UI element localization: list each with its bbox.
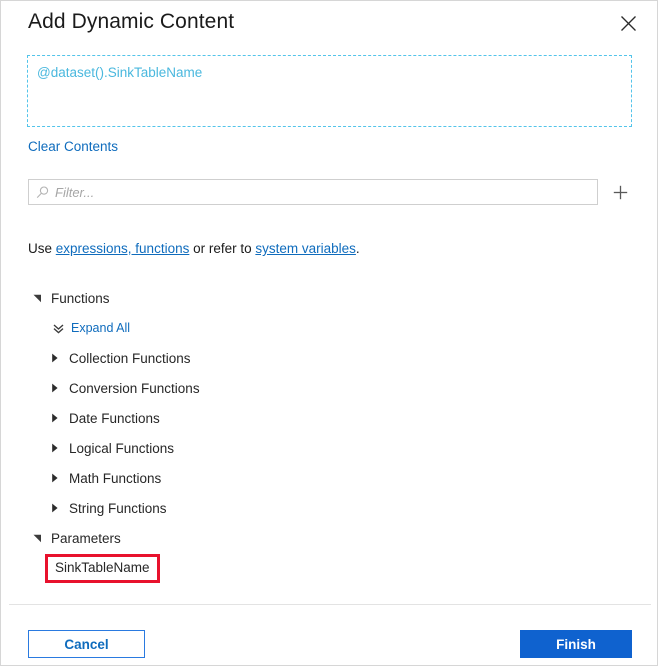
parameter-label: SinkTableName bbox=[55, 559, 150, 575]
clear-contents-link[interactable]: Clear Contents bbox=[28, 139, 118, 154]
chevron-down-icon-glyph bbox=[33, 294, 41, 302]
dialog-header: Add Dynamic Content bbox=[1, 1, 657, 47]
chevron-right-icon[interactable] bbox=[51, 443, 69, 453]
tree-item-label: String Functions bbox=[69, 500, 167, 516]
tree-item-label: Collection Functions bbox=[69, 350, 191, 366]
chevron-right-icon[interactable] bbox=[51, 383, 69, 393]
chevron-down-icon[interactable] bbox=[33, 294, 51, 303]
footer-divider bbox=[9, 604, 651, 605]
filter-input[interactable] bbox=[55, 180, 597, 204]
help-middle: or refer to bbox=[189, 241, 256, 256]
plus-icon-glyph bbox=[613, 185, 627, 199]
tree-item-logical-functions[interactable]: Logical Functions bbox=[1, 433, 657, 463]
chevron-right-icon-glyph bbox=[52, 443, 58, 453]
dialog-title: Add Dynamic Content bbox=[28, 10, 235, 33]
tree-item-date-functions[interactable]: Date Functions bbox=[1, 403, 657, 433]
content-tree: Functions Expand All Collection Function… bbox=[1, 283, 657, 583]
expressions-functions-link[interactable]: expressions, functions bbox=[56, 241, 190, 256]
filter-input-wrapper[interactable] bbox=[28, 179, 598, 205]
chevron-down-icon-glyph bbox=[33, 534, 41, 542]
chevron-right-icon[interactable] bbox=[51, 503, 69, 513]
highlight-box: SinkTableName bbox=[45, 553, 160, 583]
tree-group-parameters[interactable]: Parameters bbox=[1, 523, 657, 553]
chevron-right-icon[interactable] bbox=[51, 413, 69, 423]
plus-icon[interactable] bbox=[607, 179, 633, 205]
tree-group-functions-label: Functions bbox=[51, 290, 110, 306]
tree-item-label: Date Functions bbox=[69, 410, 160, 426]
help-prefix: Use bbox=[28, 241, 56, 256]
expand-all-row[interactable]: Expand All bbox=[1, 313, 657, 343]
chevron-right-icon-glyph bbox=[52, 473, 58, 483]
add-dynamic-content-dialog: Add Dynamic Content @dataset().SinkTable… bbox=[0, 0, 658, 666]
double-chevron-down-icon-glyph bbox=[53, 323, 64, 334]
chevron-right-icon-glyph bbox=[52, 383, 58, 393]
tree-item-label: Logical Functions bbox=[69, 440, 175, 456]
chevron-right-icon[interactable] bbox=[51, 473, 69, 483]
finish-button[interactable]: Finish bbox=[520, 630, 632, 658]
close-icon[interactable] bbox=[611, 7, 645, 39]
tree-group-functions[interactable]: Functions bbox=[1, 283, 657, 313]
expression-value: @dataset().SinkTableName bbox=[37, 65, 203, 80]
chevron-down-icon[interactable] bbox=[33, 534, 51, 543]
tree-item-sinktablename[interactable]: SinkTableName bbox=[1, 553, 657, 583]
chevron-right-icon-glyph bbox=[52, 353, 58, 363]
expand-all-label[interactable]: Expand All bbox=[71, 321, 130, 335]
help-suffix: . bbox=[355, 241, 360, 256]
expression-editor[interactable]: @dataset().SinkTableName bbox=[27, 55, 632, 127]
system-variables-link[interactable]: system variables bbox=[255, 241, 356, 256]
chevron-right-icon[interactable] bbox=[51, 353, 69, 363]
tree-item-label: Conversion Functions bbox=[69, 380, 200, 396]
tree-item-conversion-functions[interactable]: Conversion Functions bbox=[1, 373, 657, 403]
close-icon-glyph bbox=[620, 15, 636, 31]
search-icon bbox=[29, 185, 55, 199]
tree-item-math-functions[interactable]: Math Functions bbox=[1, 463, 657, 493]
search-icon-glyph bbox=[36, 185, 48, 198]
chevron-right-icon-glyph bbox=[52, 413, 58, 423]
double-chevron-down-icon bbox=[53, 323, 71, 334]
help-text: Use expressions, functions or refer to s… bbox=[28, 241, 360, 256]
tree-item-string-functions[interactable]: String Functions bbox=[1, 493, 657, 523]
tree-item-label: Math Functions bbox=[69, 470, 162, 486]
tree-item-collection-functions[interactable]: Collection Functions bbox=[1, 343, 657, 373]
tree-group-parameters-label: Parameters bbox=[51, 530, 121, 546]
chevron-right-icon-glyph bbox=[52, 503, 58, 513]
cancel-button[interactable]: Cancel bbox=[28, 630, 145, 658]
